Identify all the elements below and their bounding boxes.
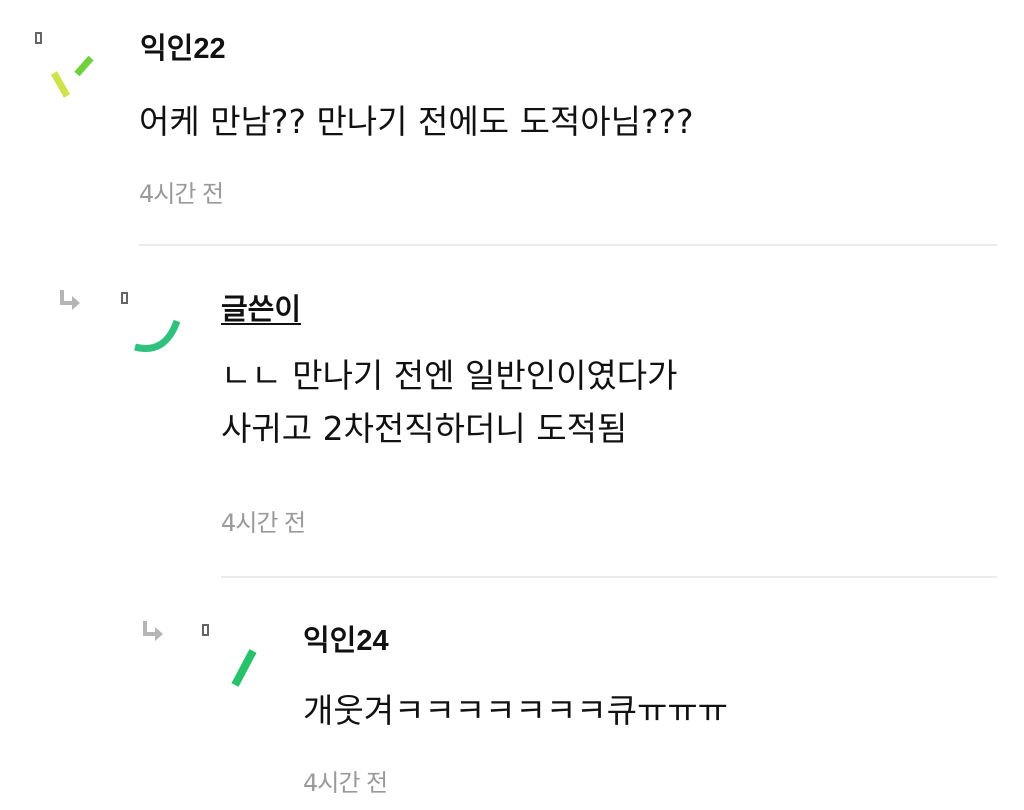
comment-time: 4시간 전 [139,180,224,208]
avatar[interactable] [195,623,275,703]
comment-line: ㄴㄴ 만나기 전엔 일반인이였다가 [221,356,678,395]
avatar-stroke-2 [74,55,94,77]
comment-item-reply: 익인24 개웃겨ㅋㅋㅋㅋㅋㅋㅋ큐ㅠㅠㅠ 4시간 전 [0,578,1024,810]
comment-line: 사귀고 2차전직하더니 도적됨 [221,409,628,448]
avatar-frame-mark [202,624,209,636]
comment-item: 익인22 어케 만남?? 만나기 전에도 도적아님??? 4시간 전 [0,0,1024,247]
avatar-arc-icon [121,292,181,352]
avatar-confetti-icon [35,32,94,98]
avatar-frame-mark [35,32,42,44]
reply-arrow-icon [141,619,167,645]
avatar-frame-mark [121,292,128,304]
comment-author[interactable]: 익인24 [303,624,389,658]
avatar-stroke-1 [50,71,71,98]
avatar[interactable] [113,291,193,371]
avatar[interactable] [27,28,107,108]
avatar-stroke-1 [231,649,257,687]
comment-item-reply: 글쓴이 ㄴㄴ 만나기 전엔 일반인이였다가 사귀고 2차전직하더니 도적됨 4시… [0,247,1024,578]
op-author-label[interactable]: 글쓴이 [221,293,301,327]
comment-author[interactable]: 익인22 [140,32,226,66]
avatar-confetti-icon [202,624,257,687]
comment-body: 개웃겨ㅋㅋㅋㅋㅋㅋㅋ큐ㅠㅠㅠ [303,684,728,737]
avatar-stroke-1 [134,319,181,352]
comment-line: 개웃겨ㅋㅋㅋㅋㅋㅋㅋ큐ㅠㅠㅠ [303,691,729,730]
comment-time: 4시간 전 [303,769,388,797]
comment-line: 어케 만남?? 만나기 전에도 도적아님??? [139,102,694,141]
reply-arrow-icon [58,288,84,314]
comment-body: ㄴㄴ 만나기 전엔 일반인이였다가 사귀고 2차전직하더니 도적됨 [221,349,678,455]
comment-time: 4시간 전 [221,509,306,537]
comment-body: 어케 만남?? 만나기 전에도 도적아님??? [139,95,694,148]
divider [139,244,997,246]
